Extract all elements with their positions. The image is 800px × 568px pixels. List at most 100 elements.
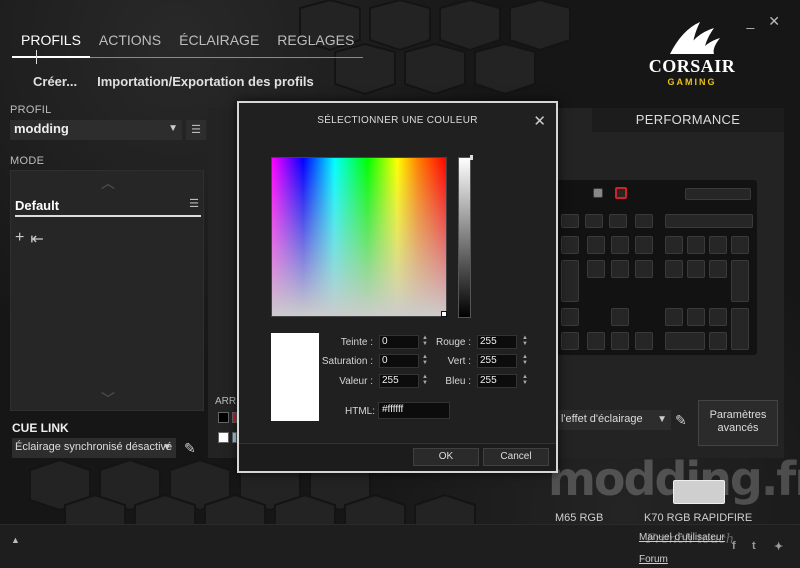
manual-link[interactable]: Manuel d'utilisateur	[639, 532, 725, 543]
rouge-input[interactable]: 255	[477, 335, 517, 349]
forum-link[interactable]: Forum	[639, 554, 668, 565]
kb-key	[635, 214, 653, 228]
cancel-button[interactable]: Cancel	[483, 448, 549, 466]
kb-indicator-red	[615, 187, 627, 199]
mode-list: ︿ Default ☰ + ⇤ ﹀	[10, 170, 204, 411]
logo-brand: CORSAIR	[648, 56, 736, 76]
keyboard-preview[interactable]	[557, 180, 757, 355]
html-input[interactable]: #ffffff	[378, 402, 450, 419]
pencil-icon[interactable]: ✎	[184, 440, 196, 457]
kb-key	[665, 332, 705, 350]
swatch-white[interactable]	[218, 432, 229, 443]
kb-key	[561, 332, 579, 350]
bleu-input[interactable]: 255	[477, 374, 517, 388]
profile-panel: PROFIL modding ▼ ☰	[10, 104, 206, 140]
kb-key	[731, 236, 749, 254]
kb-key	[665, 260, 683, 278]
rouge-spinner-icon[interactable]: ▲ ▼	[522, 335, 528, 347]
spectrum-marker[interactable]	[441, 311, 447, 317]
import-mode-icon[interactable]: ⇤	[30, 229, 43, 249]
tab-reglages[interactable]: REGLAGES	[268, 30, 364, 58]
dialog-title: SÉLECTIONNER UNE COULEUR	[317, 115, 478, 126]
profile-label: PROFIL	[10, 104, 52, 116]
kb-media-strip	[685, 188, 751, 200]
kb-key	[709, 236, 727, 254]
facebook-icon[interactable]: f	[732, 540, 736, 552]
dropdown-arrow-icon: ▼	[162, 442, 172, 453]
mode-item-default[interactable]: Default ☰	[15, 197, 201, 217]
kb-key	[665, 236, 683, 254]
effect-select[interactable]: l'effet d'éclairage ▼	[557, 410, 671, 430]
mode-menu-icon[interactable]: ☰	[189, 197, 199, 210]
html-label: HTML:	[345, 406, 375, 417]
teinte-input[interactable]: 0	[379, 335, 419, 349]
saturation-label: Saturation :	[321, 356, 373, 367]
bleu-label: Bleu :	[445, 376, 471, 387]
swatch-black[interactable]	[218, 412, 229, 423]
tab-profils[interactable]: PROFILS	[12, 30, 90, 58]
tab-performance[interactable]: PERFORMANCE	[592, 108, 784, 132]
mode-label: MODE	[10, 155, 45, 167]
tab-eclairage[interactable]: ÉCLAIRAGE	[170, 30, 269, 58]
saturation-input[interactable]: 0	[379, 354, 419, 368]
profile-select[interactable]: modding ▼	[10, 120, 182, 140]
subnav: Créer... Importation/Exportation des pro…	[33, 74, 314, 89]
kb-indicator	[593, 188, 603, 198]
teinte-spinner-icon[interactable]: ▲ ▼	[422, 335, 428, 347]
vert-input[interactable]: 255	[477, 354, 517, 368]
collapse-arrow-icon[interactable]: ▲	[11, 535, 20, 545]
minimize-button[interactable]: _	[746, 14, 754, 28]
logo-sub: GAMING	[667, 77, 717, 87]
valeur-spinner-icon[interactable]: ▲ ▼	[422, 374, 428, 386]
valeur-input[interactable]: 255	[379, 374, 419, 388]
close-window-button[interactable]: ✕	[768, 14, 780, 28]
tab-actions[interactable]: ACTIONS	[89, 30, 171, 58]
kb-key	[635, 236, 653, 254]
import-export-link[interactable]: Importation/Exportation des profils	[97, 74, 314, 89]
saturation-spinner-icon[interactable]: ▲ ▼	[422, 354, 428, 366]
brightness-handle[interactable]	[470, 155, 473, 160]
color-spectrum[interactable]	[271, 157, 447, 317]
kb-key	[611, 308, 629, 326]
kb-key	[561, 260, 579, 302]
sails-icon	[670, 22, 720, 54]
pencil-icon[interactable]: ✎	[675, 412, 687, 429]
device-k70[interactable]: K70 RGB RAPIDFIRE	[644, 512, 752, 524]
arr-label: ARRI	[215, 396, 239, 407]
profile-menu-button[interactable]: ☰	[186, 120, 206, 140]
kb-key	[611, 332, 629, 350]
kb-key	[587, 236, 605, 254]
teinte-label: Teinte :	[340, 337, 373, 348]
keyboard-device-icon[interactable]	[673, 480, 725, 504]
kb-key	[709, 332, 727, 350]
kb-key	[561, 308, 579, 326]
mode-tools: + ⇤	[15, 229, 44, 249]
mode-item-label: Default	[15, 198, 60, 213]
kb-key	[687, 236, 705, 254]
corsair-logo: CORSAIR GAMING	[642, 20, 742, 90]
kb-key	[635, 260, 653, 278]
kb-key	[587, 332, 605, 350]
corsair-icon[interactable]: ✦	[774, 540, 783, 553]
color-preview	[271, 333, 319, 421]
brightness-slider[interactable]	[458, 157, 471, 318]
vert-spinner-icon[interactable]: ▲ ▼	[522, 354, 528, 366]
kb-key	[609, 214, 627, 228]
cue-link-select[interactable]: Éclairage synchronisé désactivé ▼	[12, 438, 176, 458]
advanced-settings-button[interactable]: Paramètres avancés	[698, 400, 778, 446]
device-m65[interactable]: M65 RGB	[555, 512, 603, 524]
bleu-spinner-icon[interactable]: ▲ ▼	[522, 374, 528, 386]
ok-button[interactable]: OK	[413, 448, 479, 466]
effect-value: l'effet d'éclairage	[561, 413, 643, 425]
main-nav: PROFILS ACTIONS ÉCLAIRAGE REGLAGES	[12, 30, 364, 58]
scroll-down-icon[interactable]: ﹀	[101, 389, 115, 409]
kb-key	[731, 260, 749, 302]
create-profile-link[interactable]: Créer...	[33, 74, 77, 89]
add-mode-icon[interactable]: +	[15, 229, 24, 249]
cue-link-value: Éclairage synchronisé désactivé	[15, 441, 173, 453]
twitter-icon[interactable]: t	[752, 540, 756, 552]
color-picker-dialog: SÉLECTIONNER UNE COULEUR ✕ Teinte : 0 ▲ ▼…	[237, 101, 558, 473]
scroll-up-icon[interactable]: ︿	[101, 173, 115, 193]
kb-key	[665, 214, 753, 228]
close-icon[interactable]: ✕	[533, 112, 546, 130]
